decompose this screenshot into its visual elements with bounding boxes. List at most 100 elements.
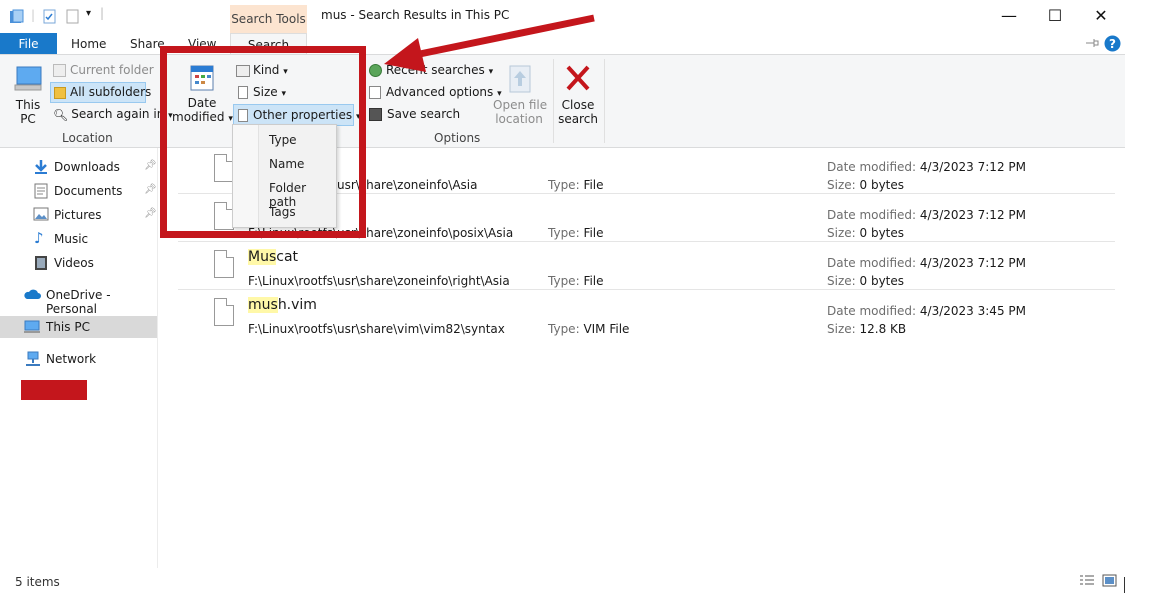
- picture-icon: [33, 207, 49, 221]
- result-size: Size: 12.8 KB: [827, 322, 907, 336]
- ribbon-separator: [162, 59, 163, 143]
- location-group-label: Location: [62, 131, 113, 145]
- svg-text:?: ?: [1109, 37, 1116, 51]
- maximize-button[interactable]: ☐: [1032, 0, 1078, 32]
- nav-item-network[interactable]: Network: [0, 348, 157, 370]
- search-icon: 🔍︎: [53, 107, 69, 122]
- size-icon: [238, 86, 248, 99]
- video-icon: [35, 256, 47, 270]
- all-subfolders-button[interactable]: All subfolders: [50, 82, 151, 103]
- other-properties-button[interactable]: Other properties ▾: [233, 104, 360, 126]
- nav-item-onedrive[interactable]: OneDrive - Personal: [0, 284, 157, 316]
- navigation-pane: Downloads 📌︎ Documents 📌︎ Pictures 📌︎ ♪ …: [0, 148, 158, 568]
- nav-label: Documents: [54, 184, 123, 198]
- nav-item-downloads[interactable]: Downloads 📌︎: [0, 156, 157, 178]
- result-date: Date modified: 4/3/2023 7:12 PM: [827, 256, 1026, 270]
- result-size: Size: 0 bytes: [827, 274, 905, 288]
- file-icon: [214, 298, 234, 326]
- save-search-button[interactable]: Save search: [369, 107, 460, 121]
- new-folder-icon[interactable]: [65, 9, 80, 24]
- current-folder-button[interactable]: Current folder: [53, 63, 154, 77]
- kind-button[interactable]: Kind ▾: [236, 63, 288, 77]
- tab-file[interactable]: File: [0, 33, 57, 55]
- size-button[interactable]: Size ▾: [238, 85, 286, 99]
- advanced-options-button[interactable]: Advanced options ▾: [369, 85, 502, 99]
- result-path: F:\Linux\rootfs\usr\share\vim\vim82\synt…: [248, 322, 505, 336]
- nav-label: Downloads: [54, 160, 120, 174]
- pin-icon: 📌︎: [144, 184, 157, 195]
- help-icon[interactable]: ?: [1104, 35, 1121, 52]
- nav-item-this-pc[interactable]: This PC: [0, 316, 157, 338]
- subfolders-icon: [54, 86, 66, 99]
- folder-icon: [53, 64, 66, 77]
- close-button[interactable]: ✕: [1078, 0, 1124, 32]
- status-item-count: 5 items: [15, 575, 60, 589]
- open-file-location-label-2: location: [495, 112, 543, 126]
- close-search-label-1: Close: [561, 98, 595, 112]
- result-name: mush.vim: [248, 297, 317, 313]
- document-icon: [238, 109, 248, 122]
- result-type: Type: File: [548, 274, 604, 288]
- minimize-icon: —: [1001, 6, 1017, 25]
- resize-grip[interactable]: [1124, 577, 1125, 593]
- result-row[interactable]: mush.vim F:\Linux\rootfs\usr\share\vim\v…: [178, 290, 1115, 338]
- search-again-in-button[interactable]: 🔍︎ Search again in ▾: [53, 107, 173, 122]
- nav-item-documents[interactable]: Documents 📌︎: [0, 180, 157, 202]
- tab-home[interactable]: Home: [71, 33, 106, 55]
- nav-item-videos[interactable]: Videos: [0, 252, 157, 274]
- this-pc-button[interactable]: This PC: [8, 63, 48, 129]
- pin-icon: 📌︎: [144, 160, 157, 171]
- open-file-location-button[interactable]: Open file location: [493, 63, 548, 129]
- minimize-button[interactable]: —: [986, 0, 1032, 32]
- tab-share[interactable]: Share: [130, 33, 165, 55]
- large-icons-view-icon[interactable]: [1102, 574, 1117, 587]
- customize-toolbar-icon[interactable]: ▾: [86, 8, 91, 19]
- open-file-location-label-1: Open file: [493, 98, 548, 112]
- save-search-label: Save search: [387, 107, 461, 121]
- result-path: F:\Linux\rootfs\usr\share\zoneinfo\posix…: [248, 226, 514, 240]
- pin-ribbon-icon[interactable]: [1085, 37, 1099, 49]
- redaction-block: [21, 380, 87, 400]
- computer-icon: [24, 320, 40, 333]
- result-type: Type: VIM File: [548, 322, 630, 336]
- kind-icon: [236, 64, 250, 77]
- date-modified-label-1: Date: [187, 96, 217, 110]
- result-type: Type: File: [548, 178, 604, 192]
- nav-item-music[interactable]: ♪ Music: [0, 228, 157, 250]
- all-subfolders-label: All subfolders: [70, 85, 152, 99]
- this-pc-label-2: PC: [20, 112, 36, 126]
- tab-view[interactable]: View: [188, 33, 216, 55]
- result-size: Size: 0 bytes: [827, 178, 905, 192]
- nav-label: Pictures: [54, 208, 102, 222]
- nav-label: This PC: [46, 320, 90, 334]
- nav-item-pictures[interactable]: Pictures 📌︎: [0, 204, 157, 226]
- maximize-icon: ☐: [1047, 6, 1063, 25]
- result-row[interactable]: Muscat F:\Linux\rootfs\usr\share\zoneinf…: [178, 242, 1115, 290]
- close-search-button[interactable]: Close search: [557, 63, 599, 129]
- annotation-arrow: [384, 14, 595, 72]
- pin-icon: 📌︎: [144, 208, 157, 219]
- file-icon: [214, 250, 234, 278]
- result-date: Date modified: 4/3/2023 7:12 PM: [827, 160, 1026, 174]
- details-view-icon[interactable]: [1079, 574, 1095, 587]
- menu-item-tags[interactable]: Tags: [269, 205, 296, 219]
- advanced-options-label: Advanced options: [386, 85, 494, 99]
- current-folder-label: Current folder: [70, 63, 154, 77]
- menu-item-type[interactable]: Type: [269, 133, 297, 147]
- nav-label: Videos: [54, 256, 94, 270]
- date-modified-button[interactable]: Date modified ▾: [172, 63, 233, 129]
- menu-icon-strip: [233, 125, 259, 227]
- size-label: Size: [253, 85, 278, 99]
- music-icon: ♪: [34, 229, 44, 247]
- chevron-down-icon: ▾: [355, 112, 361, 122]
- network-icon: [26, 351, 40, 366]
- chevron-down-icon: ▾: [283, 67, 288, 77]
- advanced-options-icon: [369, 86, 381, 99]
- menu-item-name[interactable]: Name: [269, 157, 304, 171]
- result-date: Date modified: 4/3/2023 3:45 PM: [827, 304, 1026, 318]
- result-type: Type: File: [548, 226, 604, 240]
- tab-search[interactable]: Search: [230, 33, 307, 56]
- nav-label: Music: [54, 232, 89, 246]
- date-modified-label-2: modified: [172, 110, 225, 124]
- properties-icon[interactable]: [42, 9, 57, 24]
